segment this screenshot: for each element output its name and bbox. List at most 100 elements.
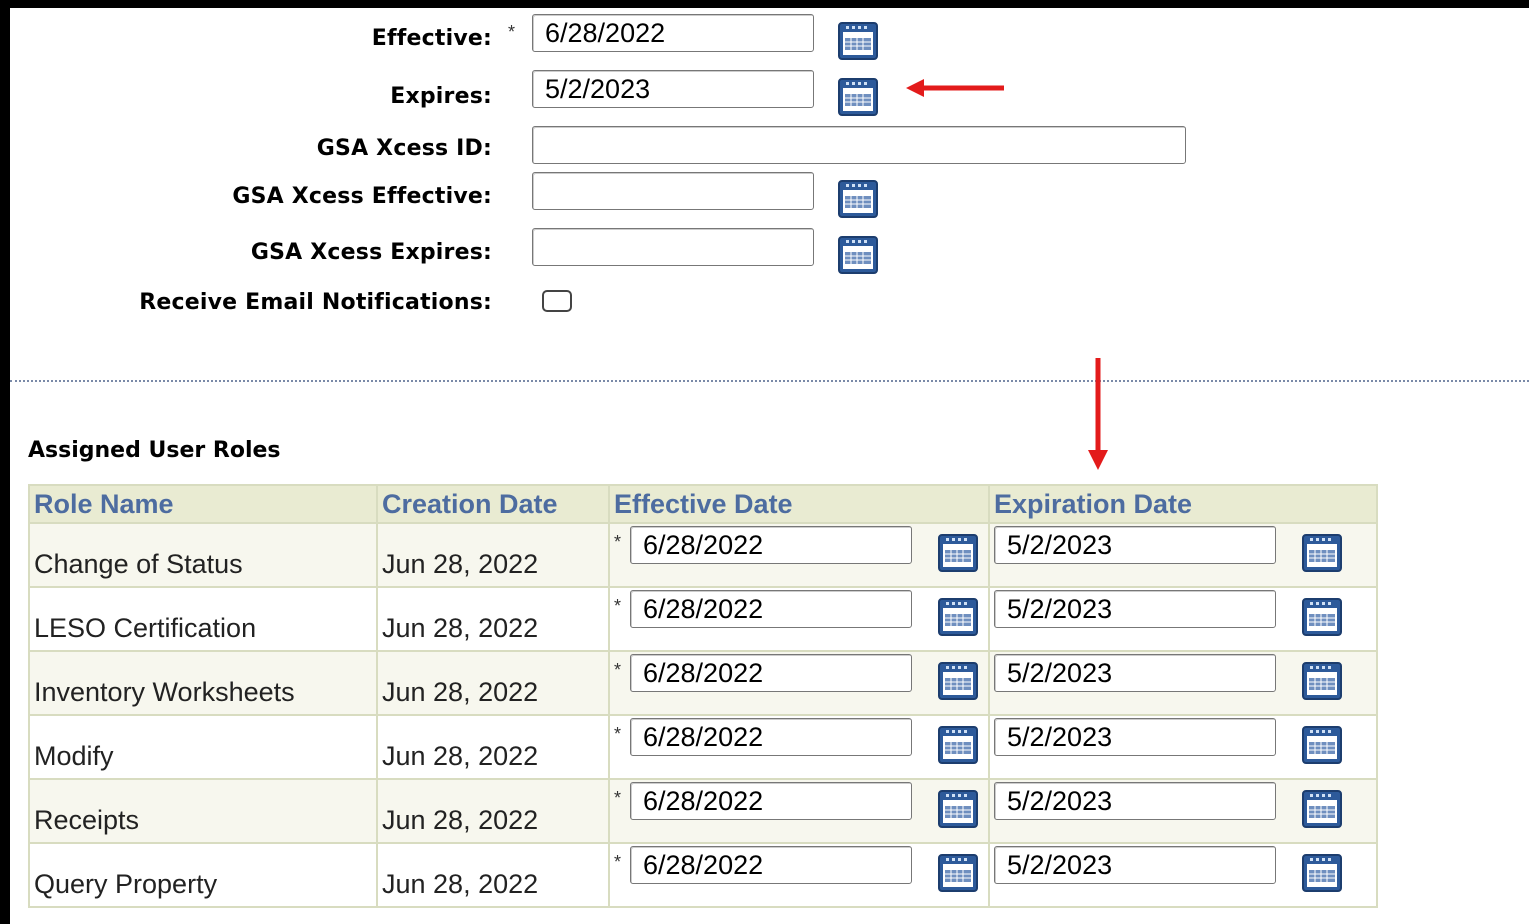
role-expiration-date-input[interactable] (994, 526, 1276, 564)
role-effective-date-input[interactable] (630, 846, 912, 884)
expiration-date-cell (988, 842, 1378, 908)
table-row: Receipts Jun 28, 2022 * (28, 778, 1378, 844)
role-name-cell: LESO Certification (28, 586, 378, 652)
role-name-cell: Receipts (28, 778, 378, 844)
role-name-cell: Inventory Worksheets (28, 650, 378, 716)
creation-date: Jun 28, 2022 (382, 741, 539, 771)
role-name: Inventory Worksheets (34, 677, 295, 707)
role-effective-date-input[interactable] (630, 718, 912, 756)
role-name: Change of Status (34, 549, 243, 579)
calendar-icon[interactable] (936, 532, 980, 574)
required-marker: * (614, 724, 622, 744)
required-marker: * (614, 852, 622, 872)
table-header-row: Role Name Creation Date Effective Date E… (28, 484, 1378, 524)
creation-date-cell: Jun 28, 2022 (376, 714, 610, 780)
gsa-xcess-id-label: GSA Xcess ID: (316, 136, 492, 161)
role-expiration-date-input[interactable] (994, 782, 1276, 820)
calendar-icon[interactable] (936, 724, 980, 766)
role-expiration-date-input[interactable] (994, 846, 1276, 884)
expiration-date-cell (988, 650, 1378, 716)
required-marker: * (614, 532, 622, 552)
effective-date-cell: * (608, 522, 990, 588)
calendar-icon[interactable] (836, 20, 880, 62)
calendar-icon[interactable] (1300, 660, 1344, 702)
effective-date-cell: * (608, 650, 990, 716)
column-header-role-name: Role Name (28, 484, 378, 524)
calendar-icon[interactable] (1300, 852, 1344, 894)
creation-date: Jun 28, 2022 (382, 869, 539, 899)
required-marker: * (614, 660, 622, 680)
required-marker: * (614, 788, 622, 808)
effective-date-cell: * (608, 714, 990, 780)
required-marker: * (508, 22, 516, 42)
creation-date: Jun 28, 2022 (382, 805, 539, 835)
gsa-xcess-effective-input[interactable] (532, 172, 814, 210)
role-name: Query Property (34, 869, 218, 899)
expiration-date-cell (988, 522, 1378, 588)
effective-date-cell: * (608, 778, 990, 844)
role-name: Receipts (34, 805, 140, 835)
gsa-xcess-effective-label: GSA Xcess Effective: (232, 184, 492, 209)
page: Effective: * Expires: GSA Xcess ID: GSA … (10, 8, 1529, 924)
table-row: Change of Status Jun 28, 2022 * (28, 522, 1378, 588)
role-effective-date-input[interactable] (630, 526, 912, 564)
role-expiration-date-input[interactable] (994, 654, 1276, 692)
section-divider (10, 380, 1529, 382)
role-name: LESO Certification (34, 613, 257, 643)
calendar-icon[interactable] (936, 852, 980, 894)
calendar-icon[interactable] (936, 788, 980, 830)
effective-date-cell: * (608, 586, 990, 652)
calendar-icon[interactable] (1300, 532, 1344, 574)
role-name: Modify (34, 741, 114, 771)
effective-date-cell: * (608, 842, 990, 908)
column-header-effective-date: Effective Date (608, 484, 990, 524)
table-row: Inventory Worksheets Jun 28, 2022 * (28, 650, 1378, 716)
effective-label: Effective: (371, 26, 492, 51)
column-header-expiration-date: Expiration Date (988, 484, 1378, 524)
role-effective-date-input[interactable] (630, 782, 912, 820)
calendar-icon[interactable] (836, 178, 880, 220)
required-marker: * (614, 596, 622, 616)
creation-date-cell: Jun 28, 2022 (376, 842, 610, 908)
email-notifications-checkbox[interactable] (542, 290, 572, 312)
gsa-xcess-expires-label: GSA Xcess Expires: (250, 240, 492, 265)
expiration-date-cell (988, 586, 1378, 652)
calendar-icon[interactable] (936, 660, 980, 702)
expiration-date-cell (988, 714, 1378, 780)
creation-date-cell: Jun 28, 2022 (376, 778, 610, 844)
table-row: Query Property Jun 28, 2022 * (28, 842, 1378, 908)
email-notifications-label: Receive Email Notifications: (139, 290, 492, 315)
creation-date-cell: Jun 28, 2022 (376, 586, 610, 652)
effective-date-input[interactable] (532, 14, 814, 52)
role-effective-date-input[interactable] (630, 590, 912, 628)
role-name-cell: Modify (28, 714, 378, 780)
table-row: LESO Certification Jun 28, 2022 * (28, 586, 1378, 652)
calendar-icon[interactable] (836, 76, 880, 118)
calendar-icon[interactable] (1300, 788, 1344, 830)
column-header-creation-date: Creation Date (376, 484, 610, 524)
creation-date: Jun 28, 2022 (382, 677, 539, 707)
role-expiration-date-input[interactable] (994, 590, 1276, 628)
expiration-date-cell (988, 778, 1378, 844)
role-name-cell: Change of Status (28, 522, 378, 588)
red-arrow-annotation (906, 79, 1004, 97)
red-arrow-annotation (1088, 358, 1108, 470)
expires-date-input[interactable] (532, 70, 814, 108)
calendar-icon[interactable] (1300, 596, 1344, 638)
calendar-icon[interactable] (936, 596, 980, 638)
calendar-icon[interactable] (836, 234, 880, 276)
role-expiration-date-input[interactable] (994, 718, 1276, 756)
role-name-cell: Query Property (28, 842, 378, 908)
creation-date-cell: Jun 28, 2022 (376, 522, 610, 588)
section-title: Assigned User Roles (28, 438, 281, 463)
expires-label: Expires: (390, 84, 492, 109)
creation-date: Jun 28, 2022 (382, 549, 539, 579)
assigned-roles-table: Role Name Creation Date Effective Date E… (28, 484, 1378, 908)
creation-date: Jun 28, 2022 (382, 613, 539, 643)
table-row: Modify Jun 28, 2022 * (28, 714, 1378, 780)
creation-date-cell: Jun 28, 2022 (376, 650, 610, 716)
role-effective-date-input[interactable] (630, 654, 912, 692)
calendar-icon[interactable] (1300, 724, 1344, 766)
gsa-xcess-id-input[interactable] (532, 126, 1186, 164)
gsa-xcess-expires-input[interactable] (532, 228, 814, 266)
